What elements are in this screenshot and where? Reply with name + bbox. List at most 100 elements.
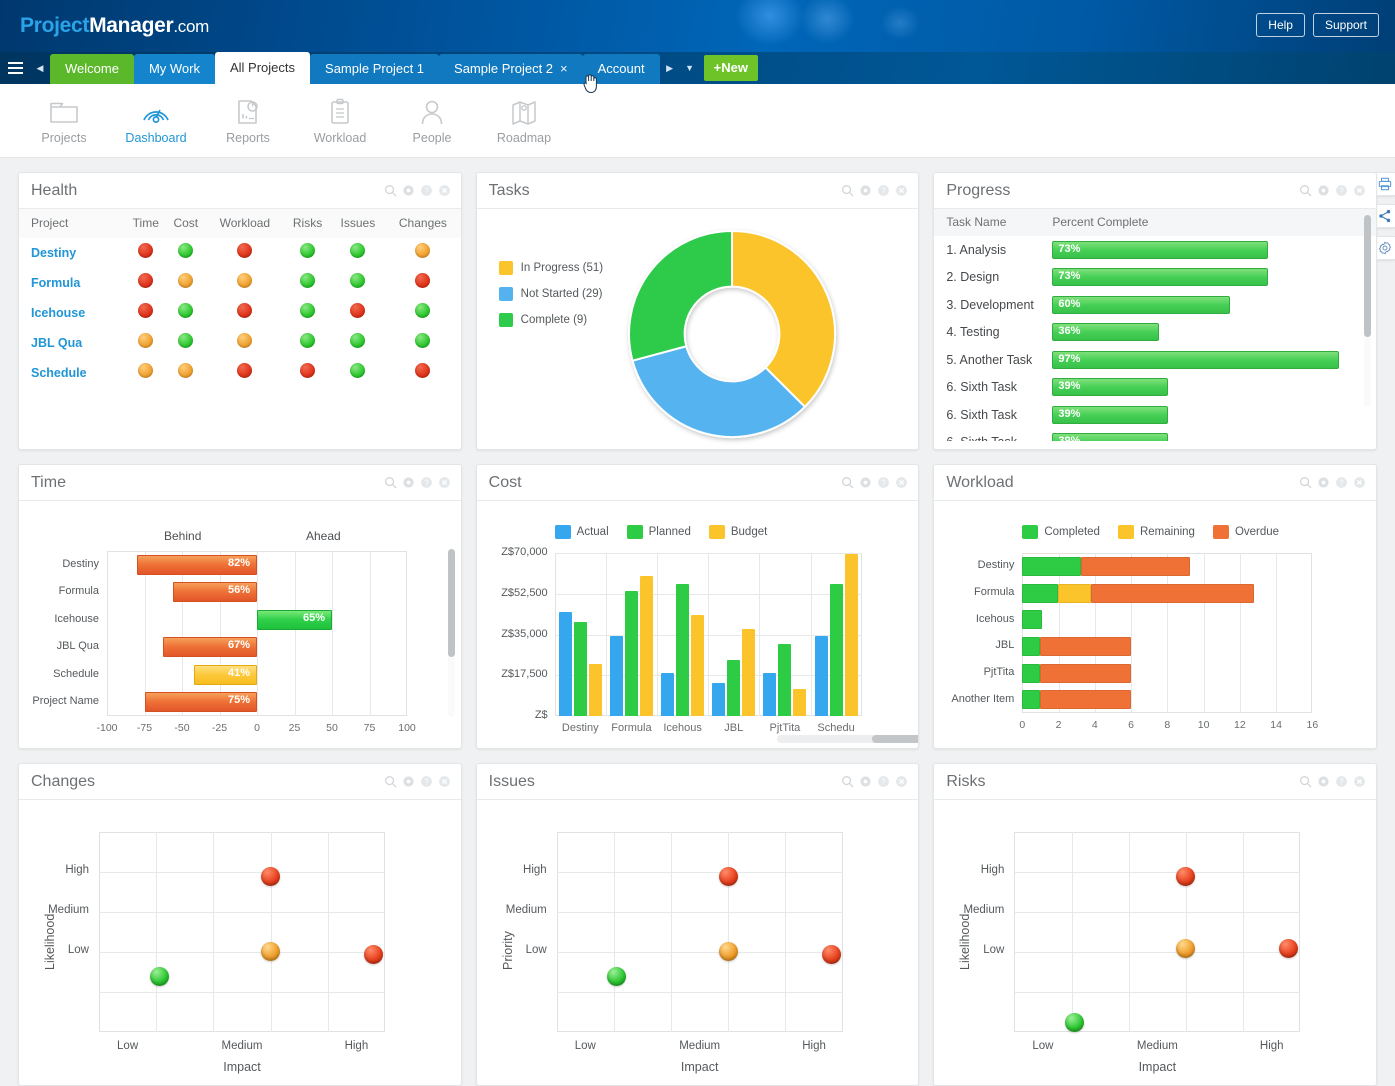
app-logo[interactable]: ProjectManager.com <box>20 14 209 38</box>
cost-bar[interactable] <box>829 584 843 716</box>
search-icon[interactable] <box>384 476 397 489</box>
health-project-name[interactable]: Formula <box>19 268 125 298</box>
tasks-donut-chart[interactable] <box>617 219 853 449</box>
time-bar[interactable]: 75% <box>144 692 257 713</box>
time-chart[interactable]: Behind Ahead -100 -75 -50 -25 0 25 50 75 100 Destin… <box>19 501 461 748</box>
legend-item[interactable]: Planned <box>626 525 691 539</box>
time-bar[interactable]: 41% <box>194 664 257 685</box>
nav-item-dashboard[interactable]: Dashboard <box>110 96 202 145</box>
cost-bar[interactable] <box>727 659 741 716</box>
close-icon[interactable] <box>895 775 908 788</box>
nav-item-people[interactable]: People <box>386 96 478 145</box>
list-item[interactable]: 1. Analysis 73% <box>934 236 1376 264</box>
tabs-dropdown-icon[interactable]: ▼ <box>680 52 700 84</box>
search-icon[interactable] <box>1299 184 1312 197</box>
tab-sample-project-1[interactable]: Sample Project 1 <box>310 54 440 84</box>
workload-bar-segment[interactable] <box>1040 663 1132 683</box>
cost-bar[interactable] <box>573 621 587 716</box>
close-icon[interactable] <box>438 476 451 489</box>
search-icon[interactable] <box>1299 775 1312 788</box>
list-item[interactable]: 6. Sixth Task 39% <box>934 374 1376 402</box>
workload-bar-segment[interactable] <box>1057 583 1092 603</box>
gear-icon[interactable] <box>402 775 415 788</box>
time-bar[interactable]: 82% <box>137 554 257 575</box>
health-project-name[interactable]: JBL Qua <box>19 328 125 358</box>
gear-icon[interactable] <box>859 476 872 489</box>
time-bar[interactable]: 67% <box>162 637 257 658</box>
scrollbar-thumb[interactable] <box>871 735 919 743</box>
search-icon[interactable] <box>384 775 397 788</box>
tab-close-icon[interactable]: × <box>560 61 568 76</box>
workload-bar-segment[interactable] <box>1022 636 1041 656</box>
legend-item[interactable]: Not Started (29) <box>498 287 603 301</box>
tab-account[interactable]: Account <box>582 54 660 84</box>
legend-item[interactable]: Actual <box>554 525 609 539</box>
nav-item-projects[interactable]: Projects <box>18 96 110 145</box>
scrollbar-thumb[interactable] <box>447 549 455 657</box>
tabs-scroll-left-icon[interactable]: ◀ <box>30 52 50 84</box>
help-button[interactable]: Help <box>1256 13 1305 37</box>
nav-item-workload[interactable]: Workload <box>294 96 386 145</box>
cost-bar[interactable] <box>661 672 675 716</box>
help-icon[interactable]: ? <box>877 184 890 197</box>
scatter-point[interactable] <box>718 867 738 887</box>
help-icon[interactable]: ? <box>1335 775 1348 788</box>
workload-bar-segment[interactable] <box>1040 636 1132 656</box>
workload-bar-segment[interactable] <box>1091 583 1255 603</box>
cost-bar[interactable] <box>624 591 638 716</box>
search-icon[interactable] <box>384 184 397 197</box>
time-bar[interactable]: 56% <box>173 582 257 603</box>
help-icon[interactable]: ? <box>877 476 890 489</box>
gear-icon[interactable] <box>859 184 872 197</box>
gear-icon[interactable] <box>1317 775 1330 788</box>
list-item[interactable]: 3. Development 60% <box>934 291 1376 319</box>
workload-chart[interactable]: Completed Remaining Overdue 0 2 4 6 8 10 12 14 16 De… <box>934 501 1376 748</box>
close-icon[interactable] <box>1353 184 1366 197</box>
tabs-scroll-right-icon[interactable]: ▶ <box>660 52 680 84</box>
cost-bar[interactable] <box>588 663 602 716</box>
tab-all-projects[interactable]: All Projects <box>215 52 311 84</box>
health-project-name[interactable]: Icehouse <box>19 298 125 328</box>
gear-icon[interactable] <box>402 184 415 197</box>
close-icon[interactable] <box>895 476 908 489</box>
list-item[interactable]: 2. Design 73% <box>934 264 1376 292</box>
progress-scrollbar[interactable] <box>1364 215 1372 407</box>
gear-icon[interactable] <box>402 476 415 489</box>
scatter-point[interactable] <box>1176 866 1196 886</box>
help-icon[interactable]: ? <box>420 775 433 788</box>
time-bar[interactable]: 65% <box>257 609 332 630</box>
workload-bar-segment[interactable] <box>1022 610 1043 630</box>
close-icon[interactable] <box>895 184 908 197</box>
scatter-point[interactable] <box>261 941 281 961</box>
cost-chart[interactable]: Actual Planned Budget Z$ Z$17,500 Z$35,000 Z$5… <box>477 501 919 748</box>
gear-icon[interactable] <box>1317 476 1330 489</box>
time-scrollbar[interactable] <box>447 549 455 717</box>
cost-bar[interactable] <box>609 636 623 716</box>
help-icon[interactable]: ? <box>1335 184 1348 197</box>
cost-bar[interactable] <box>558 612 572 716</box>
tab-my-work[interactable]: My Work <box>133 54 215 84</box>
legend-item[interactable]: Budget <box>708 525 767 539</box>
search-icon[interactable] <box>1299 476 1312 489</box>
cost-bar[interactable] <box>676 584 690 716</box>
cost-bar[interactable] <box>793 689 807 716</box>
close-icon[interactable] <box>438 775 451 788</box>
help-icon[interactable]: ? <box>420 184 433 197</box>
cost-bar[interactable] <box>778 643 792 716</box>
cost-bar[interactable] <box>814 636 828 716</box>
cost-bar[interactable] <box>639 576 653 716</box>
workload-bar-segment[interactable] <box>1022 690 1041 710</box>
cost-bar[interactable] <box>712 683 726 716</box>
list-item[interactable]: 6. Sixth Task 39% <box>934 429 1376 441</box>
legend-item[interactable]: In Progress (51) <box>498 261 603 275</box>
scatter-point[interactable] <box>821 944 841 964</box>
cost-bar[interactable] <box>763 672 777 716</box>
nav-item-roadmap[interactable]: Roadmap <box>478 96 570 145</box>
search-icon[interactable] <box>841 775 854 788</box>
scatter-point[interactable] <box>364 944 384 964</box>
nav-item-reports[interactable]: Reports <box>202 96 294 145</box>
list-item[interactable]: 4. Testing 36% <box>934 319 1376 347</box>
search-icon[interactable] <box>841 184 854 197</box>
search-icon[interactable] <box>841 476 854 489</box>
workload-bar-segment[interactable] <box>1081 556 1190 576</box>
